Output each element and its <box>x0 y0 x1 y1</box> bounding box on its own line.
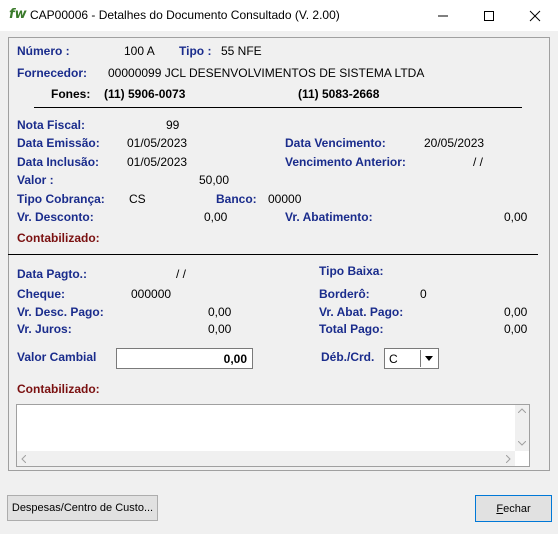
window-title: CAP00006 - Detalhes do Documento Consult… <box>30 8 340 22</box>
valor-value: 50,00 <box>199 173 230 187</box>
despesas-centro-custo-button[interactable]: Despesas/Centro de Custo... <box>7 495 158 521</box>
bordero-value: 0 <box>420 287 427 301</box>
data-vencimento-value: 20/05/2023 <box>424 136 485 150</box>
fone-1: (11) 5906-0073 <box>104 87 186 101</box>
contabilizado-label-2: Contabilizado: <box>17 382 100 396</box>
close-icon <box>529 10 541 21</box>
vr-juros-value: 0,00 <box>208 322 232 336</box>
fechar-mnemonic: F <box>496 502 504 515</box>
scroll-right-icon[interactable] <box>506 455 511 463</box>
divider-2 <box>8 254 538 255</box>
fechar-label: echar <box>503 502 531 515</box>
vertical-scrollbar[interactable] <box>515 405 529 451</box>
vr-juros-label: Vr. Juros: <box>17 322 72 336</box>
deb-crd-label: Déb./Crd. <box>321 350 375 364</box>
numero-label: Número : <box>17 44 70 58</box>
cheque-label: Cheque: <box>17 287 65 301</box>
vr-desc-pago-label: Vr. Desc. Pago: <box>17 305 104 319</box>
bordero-label: Borderô: <box>319 287 370 301</box>
tipo-baixa-label: Tipo Baixa: <box>319 264 384 278</box>
vr-desconto-value: 0,00 <box>204 210 228 224</box>
minimize-icon <box>438 15 448 16</box>
data-emissao-label: Data Emissão: <box>17 136 100 150</box>
vencimento-anterior-label: Vencimento Anterior: <box>285 155 406 169</box>
data-emissao-value: 01/05/2023 <box>127 136 188 150</box>
nota-fiscal-label: Nota Fiscal: <box>17 118 86 132</box>
horizontal-scrollbar[interactable] <box>17 451 515 466</box>
data-inclusao-label: Data Inclusão: <box>17 155 100 169</box>
fornecedor-value: 00000099 JCL DESENVOLVIMENTOS DE SISTEMA… <box>108 66 425 80</box>
tipo-label: Tipo : <box>179 44 212 58</box>
valor-label: Valor : <box>17 173 54 187</box>
data-pagto-label: Data Pagto.: <box>17 267 88 281</box>
data-pagto-value: / / <box>176 267 187 281</box>
banco-value: 00000 <box>268 192 302 206</box>
vr-desc-pago-value: 0,00 <box>208 305 232 319</box>
tipo-cobranca-value: CS <box>129 192 146 206</box>
deb-crd-select[interactable]: C <box>384 348 439 369</box>
data-inclusao-value: 01/05/2023 <box>127 155 188 169</box>
vr-desconto-label: Vr. Desconto: <box>17 210 94 224</box>
cheque-value: 000000 <box>131 287 172 301</box>
fornecedor-label: Fornecedor: <box>17 66 88 80</box>
vr-abatimento-value: 0,00 <box>504 210 528 224</box>
scroll-down-icon[interactable] <box>518 441 526 446</box>
numero-value: 100 A <box>124 44 155 58</box>
title-bar: fw CAP00006 - Detalhes do Documento Cons… <box>0 0 558 31</box>
total-pago-label: Total Pago: <box>319 322 384 336</box>
vencimento-anterior-value: / / <box>473 155 484 169</box>
fone-2: (11) 5083-2668 <box>298 87 380 101</box>
total-pago-value: 0,00 <box>504 322 528 336</box>
divider-1 <box>34 107 522 108</box>
valor-cambial-value: 0,00 <box>223 352 247 366</box>
fechar-button[interactable]: Fechar <box>475 495 552 522</box>
tipo-value: 55 NFE <box>221 44 262 58</box>
contabilizado-textarea[interactable] <box>16 404 530 467</box>
chevron-down-icon <box>425 356 433 361</box>
minimize-button[interactable] <box>420 0 466 31</box>
contabilizado-label-1: Contabilizado: <box>17 231 100 245</box>
deb-crd-dropdown-button[interactable] <box>420 350 437 367</box>
scroll-up-icon[interactable] <box>518 408 526 413</box>
vr-abat-pago-value: 0,00 <box>504 305 528 319</box>
vr-abat-pago-label: Vr. Abat. Pago: <box>319 305 404 319</box>
fones-label: Fones: <box>51 87 91 101</box>
maximize-button[interactable] <box>466 0 512 31</box>
valor-cambial-input[interactable]: 0,00 <box>116 348 253 369</box>
nota-fiscal-value: 99 <box>166 118 180 132</box>
banco-label: Banco: <box>216 192 257 206</box>
valor-cambial-label: Valor Cambial <box>17 350 97 364</box>
maximize-icon <box>484 10 494 21</box>
tipo-cobranca-label: Tipo Cobrança: <box>17 192 105 206</box>
scroll-left-icon[interactable] <box>21 455 26 463</box>
app-logo-icon: fw <box>9 7 27 22</box>
deb-crd-value: C <box>389 352 398 366</box>
close-button[interactable] <box>512 0 558 31</box>
data-vencimento-label: Data Vencimento: <box>285 136 386 150</box>
vr-abatimento-label: Vr. Abatimento: <box>285 210 373 224</box>
